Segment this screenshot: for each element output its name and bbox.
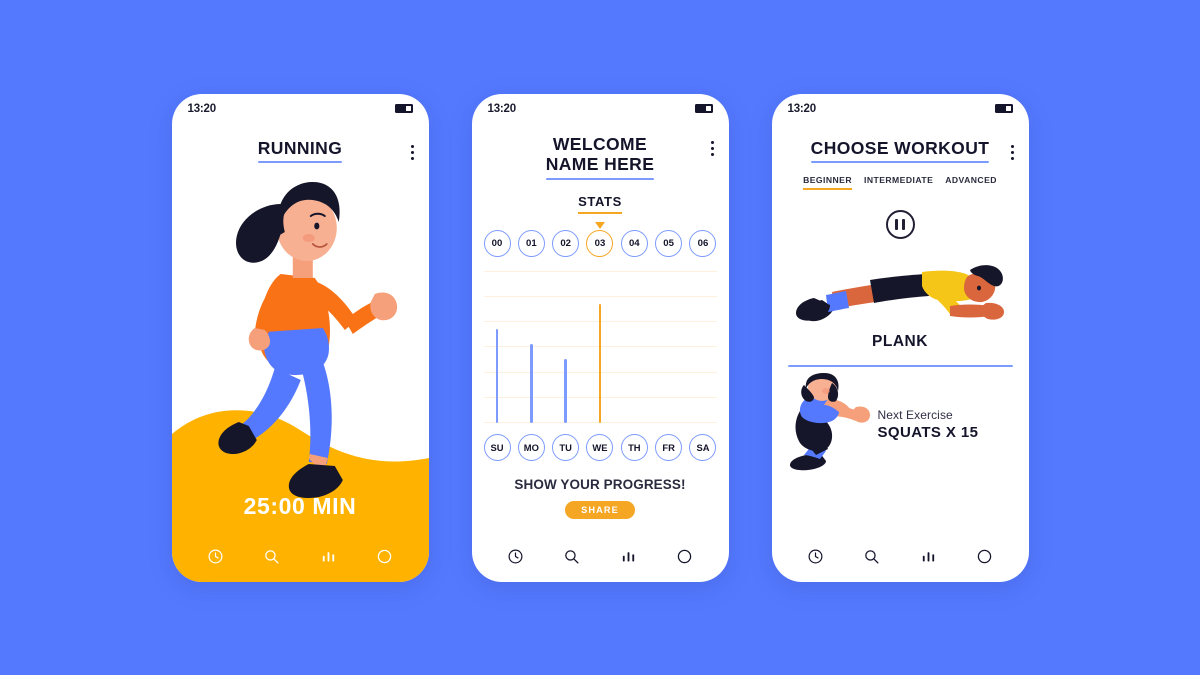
next-exercise-value: SQUATS X 15: [877, 424, 979, 442]
nav-circle-icon[interactable]: [969, 542, 999, 572]
battery-icon: [694, 104, 713, 113]
chart-bar-slot: [689, 271, 716, 423]
nav-circle-icon[interactable]: [369, 542, 399, 572]
nav-clock-icon[interactable]: [501, 542, 531, 572]
chart-bar-slot: [484, 271, 511, 423]
tab-beginner[interactable]: BEGINNER: [803, 175, 853, 191]
number-chip[interactable]: 01: [517, 229, 545, 257]
weekday-chip[interactable]: FR: [655, 433, 683, 461]
chart-bar-slot: [621, 271, 648, 423]
nav-circle-icon[interactable]: [669, 542, 699, 572]
header: RUNNING: [172, 138, 429, 164]
weekday-chip[interactable]: TH: [620, 433, 648, 461]
nav-clock-icon[interactable]: [201, 542, 231, 572]
status-time: 13:20: [187, 102, 217, 115]
nav-bar-chart-icon[interactable]: [613, 542, 643, 572]
number-chip[interactable]: 00: [483, 229, 511, 257]
number-selector-row: 00 01 02 03 04 05 06: [472, 229, 729, 257]
weekday-chip[interactable]: MO: [517, 433, 545, 461]
phone-welcome-stats: 13:20 WELCOME NAME HERE STATS 00 01 02 0…: [471, 93, 729, 582]
chart-bars: [484, 271, 717, 423]
title-underline: [810, 161, 990, 164]
chart-bar: [530, 343, 533, 423]
nav-bar-chart-icon[interactable]: [313, 542, 343, 572]
nav-search-icon[interactable]: [257, 542, 287, 572]
tab-advanced[interactable]: ADVANCED: [945, 175, 997, 190]
chart-bar-highlight: [598, 304, 602, 423]
chart-bar: [564, 358, 567, 423]
stats-section-label-wrap: STATS: [472, 193, 729, 214]
header: CHOOSE WORKOUT: [772, 138, 1029, 164]
weekly-progress-chart: [483, 270, 717, 424]
workout-timer: 25:00 MIN: [243, 492, 357, 519]
bottom-nav: [472, 532, 729, 582]
nav-clock-icon[interactable]: [801, 542, 831, 572]
page-title-wrap: CHOOSE WORKOUT: [810, 137, 990, 164]
pause-icon[interactable]: [885, 210, 915, 240]
battery-icon: [994, 104, 1013, 113]
tab-intermediate[interactable]: INTERMEDIATE: [864, 175, 933, 190]
chart-bar-slot: [586, 271, 613, 423]
status-bar: 13:20: [472, 94, 729, 124]
page-title: RUNNING: [257, 137, 343, 158]
current-exercise-name: PLANK: [872, 333, 928, 351]
status-time: 13:20: [787, 102, 817, 115]
bottom-nav: [772, 532, 1029, 582]
next-exercise-text: Next Exercise SQUATS X 15: [878, 408, 1015, 441]
plank-illustration-stage: [772, 245, 1029, 329]
squat-woman-illustration: [782, 373, 872, 476]
stats-section-label: STATS: [578, 194, 622, 214]
phone-mockups-stage: 13:20 RUNNING 25:00 MIN 13:20 WELCOME NA…: [0, 0, 1200, 675]
page-title: CHOOSE WORKOUT: [810, 137, 990, 158]
number-chip-active[interactable]: 03: [586, 229, 614, 257]
weekday-chip[interactable]: TU: [552, 433, 580, 461]
nav-bar-chart-icon[interactable]: [913, 542, 943, 572]
kebab-menu-icon[interactable]: [410, 144, 415, 160]
header: WELCOME NAME HERE: [472, 134, 729, 180]
nav-search-icon[interactable]: [857, 542, 887, 572]
phone-choose-workout: 13:20 CHOOSE WORKOUT BEGINNER INTERMEDIA…: [771, 93, 1029, 582]
next-exercise-row[interactable]: Next Exercise SQUATS X 15: [772, 367, 1029, 476]
playback-control-wrap: [772, 210, 1029, 240]
page-title-wrap: RUNNING: [257, 137, 343, 164]
status-bar: 13:20: [172, 94, 429, 124]
difficulty-tabs: BEGINNER INTERMEDIATE ADVANCED: [772, 175, 1029, 191]
chart-bar: [495, 328, 499, 423]
chart-bar-slot: [552, 271, 579, 423]
plank-man-illustration: [796, 265, 1004, 322]
status-bar: 13:20: [772, 94, 1029, 124]
kebab-menu-icon[interactable]: [710, 140, 715, 156]
share-button-wrap: SHARE: [472, 500, 729, 519]
number-chip[interactable]: 06: [689, 229, 717, 257]
number-chip[interactable]: 05: [655, 229, 683, 257]
page-title: WELCOME NAME HERE: [545, 133, 655, 175]
page-title-wrap: WELCOME NAME HERE: [545, 133, 655, 180]
phone-running: 13:20 RUNNING 25:00 MIN: [171, 93, 429, 582]
battery-icon: [394, 104, 413, 113]
kebab-menu-icon[interactable]: [1010, 144, 1015, 160]
weekday-selector-row: SU MO TU WE TH FR SA: [472, 433, 729, 461]
weekday-chip[interactable]: SU: [483, 433, 511, 461]
running-woman-illustration: [218, 181, 398, 498]
chart-bar-slot: [518, 271, 545, 423]
title-underline: [545, 177, 655, 180]
weekday-chip[interactable]: SA: [689, 433, 717, 461]
number-chip[interactable]: 02: [552, 229, 580, 257]
title-underline: [257, 161, 343, 164]
bottom-nav: [172, 532, 429, 582]
status-time: 13:20: [487, 102, 517, 115]
share-button[interactable]: SHARE: [565, 500, 635, 519]
next-exercise-label: Next Exercise: [877, 408, 953, 423]
number-chip[interactable]: 04: [620, 229, 648, 257]
progress-prompt: SHOW YOUR PROGRESS!: [514, 476, 686, 492]
weekday-chip[interactable]: WE: [586, 433, 614, 461]
chart-bar-slot: [655, 271, 682, 423]
nav-search-icon[interactable]: [557, 542, 587, 572]
